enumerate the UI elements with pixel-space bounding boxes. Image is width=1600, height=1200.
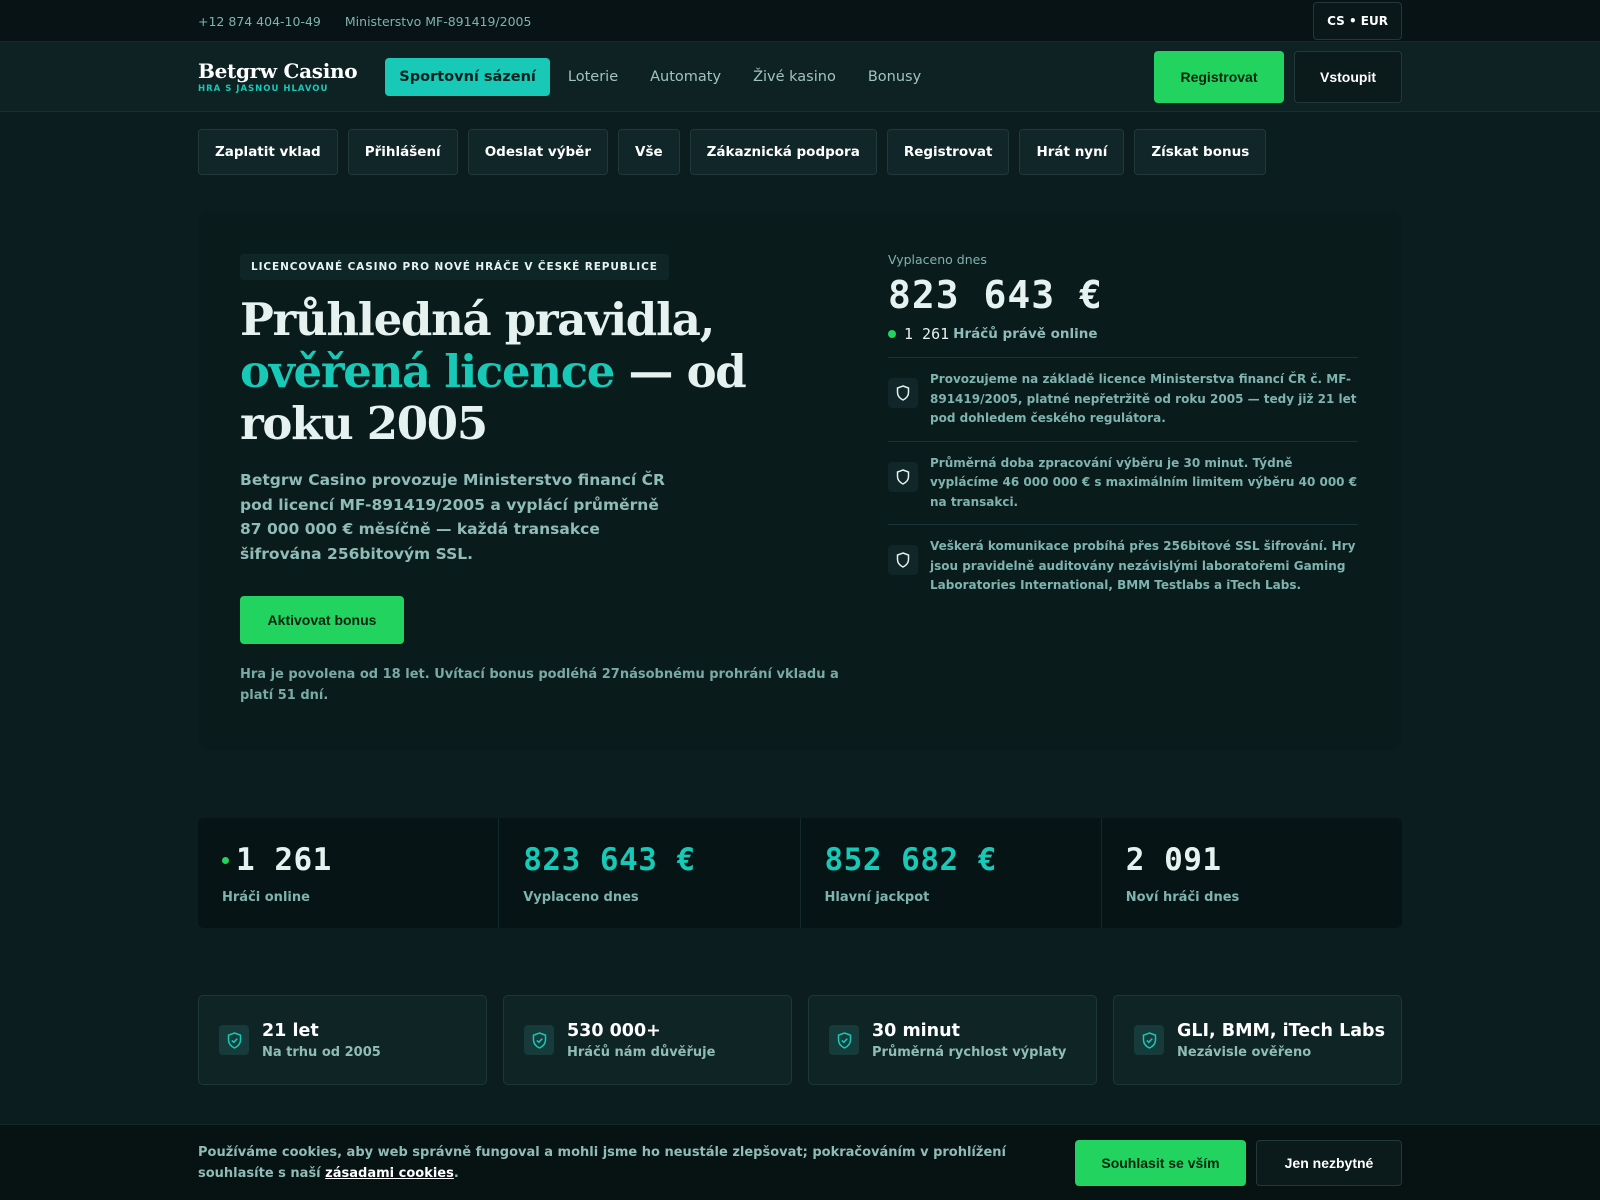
online-label: Hráčů právě online <box>953 326 1098 342</box>
facts-list: Provozujeme na základě licence Ministers… <box>888 357 1358 608</box>
online-count: 1 261 <box>904 325 950 343</box>
site-header: Betgrw Casino HRA S JASNOU HLAVOU Sporto… <box>0 42 1600 112</box>
hero-eyebrow: LICENCOVANÉ CASINO PRO NOVÉ HRÁČE V ČESK… <box>240 254 669 280</box>
cookie-actions: Souhlasit se vším Jen nezbytné <box>1075 1139 1402 1186</box>
shield-check-icon <box>1134 1025 1164 1055</box>
nav-sports-betting[interactable]: Sportovní sázení <box>385 57 550 96</box>
headline-accent: ověřená licence <box>240 345 615 398</box>
login-button[interactable]: Vstoupit <box>1294 50 1402 103</box>
trust-card: 30 minut Průměrná rychlost výplaty <box>808 995 1097 1085</box>
fact-text: Veškerá komunikace probíhá přes 256bitov… <box>930 539 1356 592</box>
trust-badges: 21 let Na trhu od 2005 530 000+ Hráčů ná… <box>198 995 1402 1085</box>
language-currency-selector[interactable]: CS • EUR <box>1313 2 1402 40</box>
trust-subtitle: Průměrná rychlost výplaty <box>872 1044 1067 1060</box>
shield-check-icon <box>829 1025 859 1055</box>
top-bar: +12 874 404-10-49 Ministerstvo MF-891419… <box>0 0 1600 42</box>
brand-name: Betgrw Casino <box>198 59 358 83</box>
trust-title: 30 minut <box>872 1020 960 1041</box>
cookie-text: Používáme cookies, aby web správně fungo… <box>198 1144 1006 1181</box>
shield-icon <box>888 545 918 575</box>
paid-today-value: 823 643 € <box>888 273 1103 317</box>
trust-text: 21 let Na trhu od 2005 <box>262 1021 381 1060</box>
stat-value: 852 682 € <box>824 842 997 878</box>
hero-fine-print: Hra je povolena od 18 let. Uvítací bonus… <box>240 667 839 703</box>
nav-live-casino[interactable]: Živé kasino <box>739 58 850 96</box>
hero-lead: Betgrw Casino provozuje Ministerstvo fin… <box>240 471 665 563</box>
online-status-dot <box>222 856 229 864</box>
stat-label: Hlavní jackpot <box>824 890 930 905</box>
trust-title: GLI, BMM, iTech Labs <box>1177 1020 1385 1041</box>
quick-link-login[interactable]: Přihlášení <box>347 129 458 175</box>
accept-all-cookies-button[interactable]: Souhlasit se vším <box>1075 1139 1246 1186</box>
stat-value: 2 091 <box>1125 842 1222 878</box>
nav-slots[interactable]: Automaty <box>636 58 735 96</box>
hero-headline: Průhledná pravidla, ověřená licence — od … <box>240 294 860 450</box>
nav-lottery[interactable]: Loterie <box>554 58 632 96</box>
license-number: Ministerstvo MF-891419/2005 <box>344 13 532 29</box>
trust-title: 21 let <box>262 1020 319 1041</box>
hero-stats-panel: Vyplaceno dnes 823 643 € 1 261 Hráčů prá… <box>888 252 1358 608</box>
quick-link-support[interactable]: Zákaznická podpora <box>689 129 877 175</box>
fact-item: Provozujeme na základě licence Ministers… <box>888 358 1358 442</box>
essential-cookies-button[interactable]: Jen nezbytné <box>1256 1139 1402 1186</box>
trust-card: 21 let Na trhu od 2005 <box>198 995 487 1085</box>
fact-item: Veškerá komunikace probíhá přes 256bitov… <box>888 525 1358 608</box>
headline-part-1: Průhledná pravidla, <box>240 293 715 346</box>
trust-text: GLI, BMM, iTech Labs Nezávisle ověřeno <box>1177 1021 1385 1060</box>
quick-link-play-now[interactable]: Hrát nyní <box>1019 129 1125 175</box>
stats-row: 1 261 Hráči online 823 643 € Vyplaceno d… <box>198 818 1402 928</box>
quick-link-deposit[interactable]: Zaplatit vklad <box>198 129 338 175</box>
shield-icon <box>888 461 918 492</box>
header-actions: Registrovat Vstoupit <box>1154 50 1402 103</box>
online-status-dot <box>888 330 896 338</box>
stat-players-online: 1 261 Hráči online <box>198 818 500 928</box>
brand-logo[interactable]: Betgrw Casino HRA S JASNOU HLAVOU <box>198 59 358 94</box>
trust-subtitle: Na trhu od 2005 <box>262 1044 381 1060</box>
fact-text: Průměrná doba zpracování výběru je 30 mi… <box>930 455 1358 509</box>
trust-text: 30 minut Průměrná rychlost výplaty <box>872 1021 1066 1060</box>
nav-bonuses[interactable]: Bonusy <box>854 58 935 96</box>
cookie-message: Používáme cookies, aby web správně fungo… <box>198 1142 1038 1184</box>
paid-today-label: Vyplaceno dnes <box>888 252 987 267</box>
register-button[interactable]: Registrovat <box>1154 50 1284 103</box>
stat-label: Vyplaceno dnes <box>523 890 639 905</box>
cookie-text-tail: . <box>453 1165 459 1181</box>
trust-card: 530 000+ Hráčů nám důvěřuje <box>503 995 792 1085</box>
activate-bonus-button[interactable]: Aktivovat bonus <box>240 596 404 644</box>
trust-subtitle: Hráčů nám důvěřuje <box>567 1044 716 1060</box>
stat-value: 1 261 <box>222 842 474 878</box>
shield-check-icon <box>219 1025 249 1055</box>
fact-item: Průměrná doba zpracování výběru je 30 mi… <box>888 442 1358 525</box>
stat-label: Noví hráči dnes <box>1125 890 1240 905</box>
stat-paid-today: 823 643 € Vyplaceno dnes <box>499 818 801 928</box>
quick-link-withdraw[interactable]: Odeslat výběr <box>467 129 608 175</box>
shield-check-icon <box>524 1025 554 1055</box>
cookie-banner: Používáme cookies, aby web správně fungo… <box>0 1124 1600 1200</box>
trust-subtitle: Nezávisle ověřeno <box>1177 1044 1312 1060</box>
shield-icon <box>888 378 918 408</box>
fact-text: Provozujeme na základě licence Ministers… <box>930 372 1357 425</box>
phone-number[interactable]: +12 874 404-10-49 <box>198 14 321 29</box>
stat-value: 823 643 € <box>523 842 696 878</box>
brand-tagline: HRA S JASNOU HLAVOU <box>198 84 329 94</box>
trust-card: GLI, BMM, iTech Labs Nezávisle ověřeno <box>1113 995 1402 1085</box>
quick-link-register[interactable]: Registrovat <box>886 129 1010 175</box>
main-nav: Sportovní sázení Loterie Automaty Živé k… <box>385 57 935 96</box>
quick-link-get-bonus[interactable]: Získat bonus <box>1134 129 1267 175</box>
stat-jackpot: 852 682 € Hlavní jackpot <box>801 818 1102 928</box>
trust-title: 530 000+ <box>567 1020 661 1041</box>
stat-new-players: 2 091 Noví hráči dnes <box>1102 818 1402 928</box>
quick-link-all[interactable]: Vše <box>618 129 680 175</box>
online-players: 1 261 Hráčů právě online <box>888 325 1358 343</box>
trust-text: 530 000+ Hráčů nám důvěřuje <box>567 1021 715 1060</box>
quick-links: Zaplatit vklad Přihlášení Odeslat výběr … <box>198 129 1402 175</box>
stat-label: Hráči online <box>222 890 310 905</box>
cookie-policy-link[interactable]: zásadami cookies <box>325 1166 454 1181</box>
stat-value-text: 1 261 <box>236 842 332 878</box>
hero-section: LICENCOVANÉ CASINO PRO NOVÉ HRÁČE V ČESK… <box>198 212 1402 750</box>
hero-content: LICENCOVANÉ CASINO PRO NOVÉ HRÁČE V ČESK… <box>198 212 839 750</box>
